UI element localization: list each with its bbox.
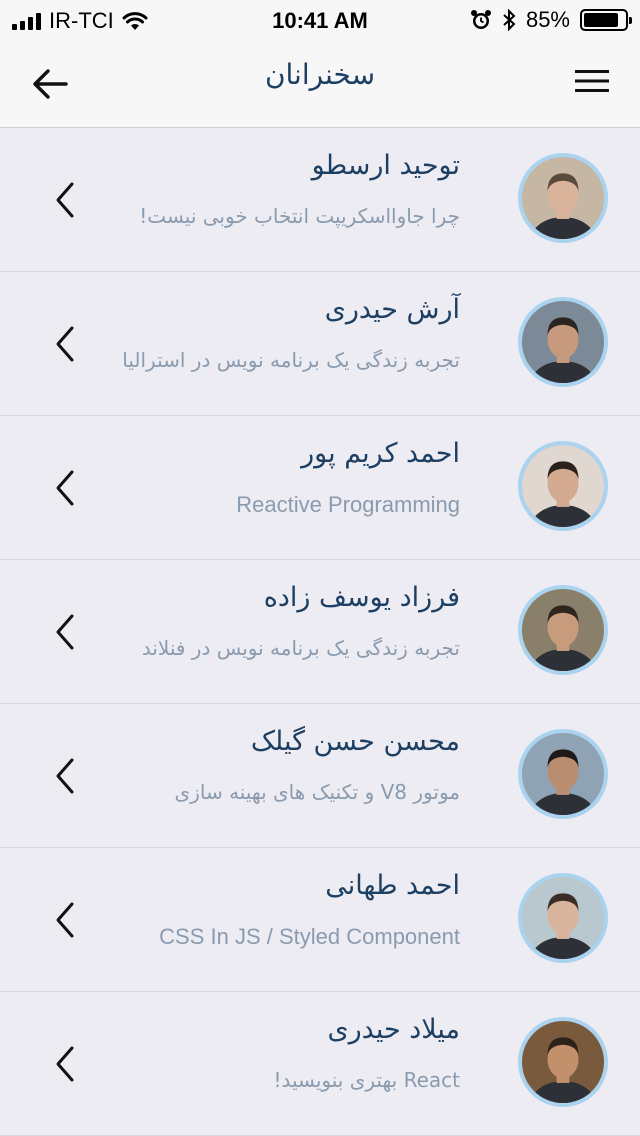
speaker-talk-title: چرا جاوااسکریپت انتخاب خوبی نیست! [139,204,460,228]
speaker-talk-title: تجربه زندگی یک برنامه نویس در استرالیا [122,348,460,372]
chevron-left-icon [56,614,74,650]
speaker-talk-title: React بهتری بنویسید! [273,1068,460,1092]
speaker-name: فرزاد یوسف زاده [263,582,460,613]
hamburger-menu-icon[interactable] [574,66,610,96]
speaker-row[interactable]: فرزاد یوسف زاده تجربه زندگی یک برنامه نو… [0,560,640,704]
avatar [518,153,608,243]
speaker-name: میلاد حیدری [327,1014,460,1045]
page-title: سخنرانان [264,58,376,91]
speaker-name: آرش حیدری [324,294,460,325]
speaker-row[interactable]: احمد طهانی CSS In JS / Styled Component [0,848,640,992]
alarm-icon [470,10,491,29]
avatar-photo [522,877,604,959]
avatar-photo [522,1021,604,1103]
speaker-name: احمد طهانی [325,870,460,901]
status-right-group: 85% [470,7,632,33]
speaker-row[interactable]: آرش حیدری تجربه زندگی یک برنامه نویس در … [0,272,640,416]
chevron-left-icon [56,470,74,506]
avatar [518,441,608,531]
chevron-left-icon [56,1046,74,1082]
speaker-row[interactable]: احمد کریم پور Reactive Programming [0,416,640,560]
speaker-row[interactable]: محسن حسن گیلک موتور V8 و تکنیک های بهینه… [0,704,640,848]
speaker-name: توحید ارسطو [311,150,460,181]
speaker-talk-title: Reactive Programming [236,492,460,517]
speaker-talk-title: CSS In JS / Styled Component [159,924,460,949]
chevron-left-icon [56,758,74,794]
avatar [518,729,608,819]
avatar-photo [522,445,604,527]
battery-percent: 85% [525,7,570,32]
speaker-row[interactable]: میلاد حیدری React بهتری بنویسید! [0,992,640,1136]
speaker-talk-title: موتور V8 و تکنیک های بهینه سازی [174,780,460,804]
avatar-photo [522,157,604,239]
chevron-left-icon [56,902,74,938]
bluetooth-icon [503,9,516,31]
avatar-photo [522,301,604,383]
avatar [518,1017,608,1107]
speaker-row[interactable]: توحید ارسطو چرا جاوااسکریپت انتخاب خوبی … [0,128,640,272]
avatar [518,297,608,387]
speaker-talk-title: تجربه زندگی یک برنامه نویس در فنلاند [141,636,460,660]
avatar [518,873,608,963]
speaker-list: توحید ارسطو چرا جاوااسکریپت انتخاب خوبی … [0,128,640,1136]
chevron-left-icon [56,182,74,218]
navigation-bar: سخنرانان [0,40,640,128]
battery-level-fill [584,13,618,27]
speaker-name: احمد کریم پور [301,438,460,469]
battery-icon [580,9,632,31]
speaker-name: محسن حسن گیلک [250,726,460,757]
avatar-photo [522,733,604,815]
status-bar: IR-TCI 10:41 AM 85% [0,0,640,40]
chevron-left-icon [56,326,74,362]
avatar [518,585,608,675]
avatar-photo [522,589,604,671]
